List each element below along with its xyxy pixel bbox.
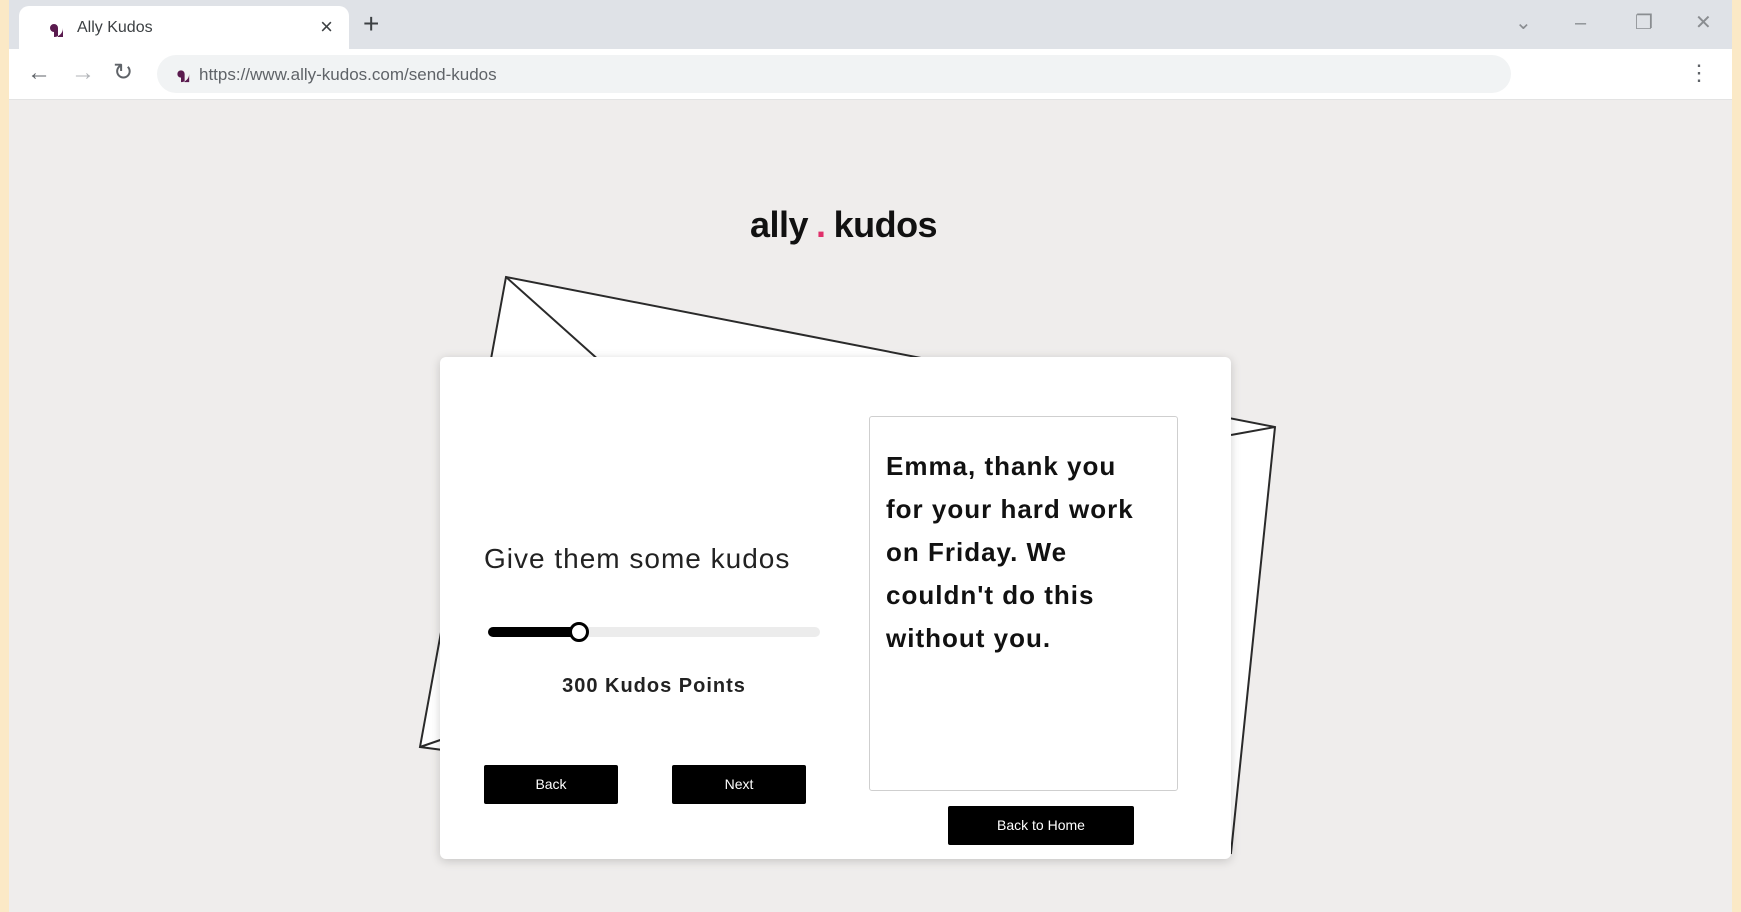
kudos-prompt: Give them some kudos [484, 543, 791, 574]
slider-fill [488, 627, 578, 637]
ally-favicon-icon [45, 19, 63, 37]
tab-ally-kudos[interactable]: Ally Kudos × [19, 6, 349, 49]
back-to-home-button[interactable]: Back to Home [948, 806, 1134, 845]
url-text: https://www.ally-kudos.com/send-kudos [199, 65, 497, 84]
back-button[interactable]: Back [484, 765, 618, 804]
tab-title: Ally Kudos [77, 19, 153, 36]
close-window-icon[interactable]: ✕ [1695, 12, 1712, 34]
tab-close-icon[interactable]: × [320, 14, 333, 40]
forward-arrow-icon[interactable]: → [71, 59, 95, 87]
tab-strip: Ally Kudos × + ⌄ – ❐ ✕ [9, 0, 1732, 49]
reload-icon[interactable]: ↻ [113, 59, 133, 87]
kudos-message-box[interactable]: Emma, thank you for your hard work on Fr… [869, 416, 1178, 791]
site-favicon-icon [172, 65, 190, 83]
restore-icon[interactable]: ❐ [1635, 12, 1653, 34]
kudos-points-slider[interactable] [488, 622, 820, 642]
next-button[interactable]: Next [672, 765, 806, 804]
slider-thumb[interactable] [568, 622, 589, 642]
new-tab-icon[interactable]: + [363, 10, 379, 38]
back-arrow-icon[interactable]: ← [27, 59, 51, 87]
browser-toolbar: ← → ↻ https://www.ally-kudos.com/send-ku… [9, 49, 1732, 100]
minimize-icon[interactable]: – [1575, 12, 1586, 34]
browser-window: Ally Kudos × + ⌄ – ❐ ✕ ← → ↻ https://www… [9, 0, 1732, 912]
send-kudos-card: Give them some kudos 300 Kudos Points Ba… [440, 357, 1231, 859]
browser-menu-icon[interactable]: ⋮ [1688, 61, 1710, 85]
kudos-points-label: 300 Kudos Points [562, 675, 746, 697]
address-bar[interactable]: https://www.ally-kudos.com/send-kudos [157, 55, 1511, 93]
tab-search-icon[interactable]: ⌄ [1515, 12, 1532, 34]
